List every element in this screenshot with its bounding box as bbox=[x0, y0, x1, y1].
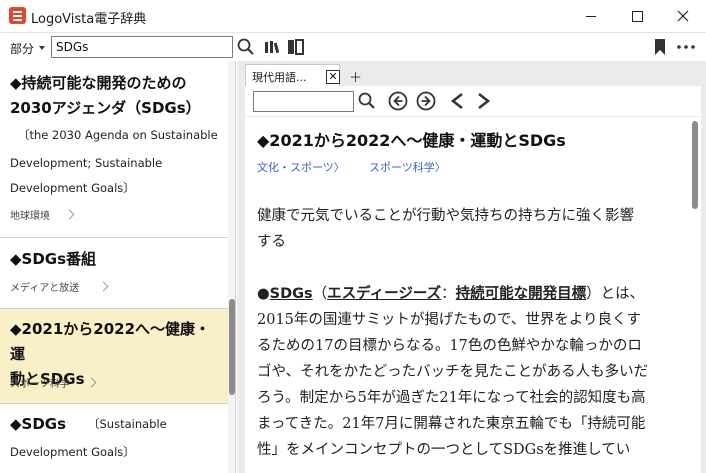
minimize-button[interactable] bbox=[568, 0, 614, 32]
article-body: ◆2021から2022へ～健康・運動とSDGs 文化・スポーツ〉 スポーツ科学〉… bbox=[245, 117, 701, 473]
chevron-right-icon bbox=[64, 209, 75, 220]
keyword-link[interactable]: SDGs bbox=[270, 286, 313, 302]
title-bar: LogoVista電子辞典 bbox=[0, 0, 706, 33]
books-icon[interactable] bbox=[263, 37, 283, 57]
colon: ： bbox=[441, 286, 456, 302]
forward-icon[interactable] bbox=[473, 91, 493, 111]
text-fragment: ）とは、 bbox=[586, 286, 645, 302]
back-icon[interactable] bbox=[448, 91, 468, 111]
result-item[interactable]: ◆SDGs番組 メディアと放送 bbox=[0, 238, 228, 309]
window-title: LogoVista電子辞典 bbox=[31, 12, 147, 27]
next-hit-icon[interactable] bbox=[416, 91, 436, 111]
tab-label: 現代用語... bbox=[252, 71, 307, 84]
article-paragraph: ●SDGs（エスディージーズ：持続可能な開発目標）とは、 2015年の国連サミッ… bbox=[257, 286, 649, 458]
result-english: 〔Sustainable bbox=[88, 417, 167, 431]
result-item[interactable]: ◆SDGs 〔Sustainable Development Goals〕 bbox=[0, 404, 228, 473]
result-category: 地球環境 bbox=[10, 211, 50, 222]
result-english: 〔the 2030 Agenda on Sustainable bbox=[18, 128, 218, 142]
article-title: ◆2021から2022へ～健康・運動とSDGs bbox=[257, 131, 566, 150]
previous-hit-icon[interactable] bbox=[388, 91, 408, 111]
results-list: ◆持続可能な開発のための 2030アジェンダ（SDGs） 〔the 2030 A… bbox=[0, 61, 236, 473]
close-window-button[interactable] bbox=[660, 0, 706, 32]
result-item[interactable]: ◆持続可能な開発のための 2030アジェンダ（SDGs） 〔the 2030 A… bbox=[0, 61, 228, 238]
maximize-button[interactable] bbox=[614, 0, 660, 32]
result-headword: ◆SDGs bbox=[10, 415, 67, 433]
close-tab-icon[interactable]: ✕ bbox=[326, 70, 340, 84]
search-icon[interactable] bbox=[236, 37, 256, 57]
article-scrollbar-thumb[interactable] bbox=[692, 121, 698, 209]
result-headword: ◆持続可能な開発のための 2030アジェンダ（SDGs） bbox=[10, 74, 201, 117]
close-icon bbox=[677, 10, 689, 22]
result-english-continued: Development; Sustainable Development Goa… bbox=[10, 156, 163, 195]
dictionary-app-icon bbox=[9, 7, 26, 24]
chevron-down-icon[interactable] bbox=[39, 46, 45, 50]
tab-gendai-yougo[interactable]: 現代用語... ✕ bbox=[245, 64, 340, 86]
result-category: スポーツ科学 bbox=[10, 379, 70, 390]
results-scrollbar-thumb[interactable] bbox=[229, 299, 235, 395]
search-input[interactable] bbox=[51, 36, 233, 58]
keyword-link[interactable]: エスディージーズ bbox=[327, 286, 441, 302]
search-mode-dropdown[interactable]: 部分 bbox=[10, 40, 34, 57]
chevron-right-icon bbox=[98, 281, 109, 292]
article-lead: 健康で元気でいることが行動や気持ちの持ち方に強く影響 する bbox=[257, 208, 634, 250]
article-toolbar bbox=[245, 86, 701, 116]
search-toolbar: 部分 bbox=[0, 33, 706, 61]
panel-layout-icon[interactable] bbox=[286, 37, 306, 57]
article-pane: 現代用語... ✕ ＋ ◆2021から2022へ～健康・運動とSDGs 文化・ス… bbox=[237, 61, 706, 473]
result-item-selected[interactable]: ◆2021から2022へ～健康・運 動とSDGs スポーツ科学 bbox=[0, 309, 228, 404]
breadcrumb-subcategory[interactable]: スポーツ科学〉 bbox=[369, 159, 446, 175]
result-english-continued: Development Goals〕 bbox=[10, 445, 135, 459]
bullet: ● bbox=[257, 286, 270, 302]
more-icon[interactable] bbox=[676, 37, 696, 57]
find-in-article-input[interactable] bbox=[253, 91, 354, 112]
result-headword: ◆SDGs番組 bbox=[10, 250, 97, 268]
add-tab-button[interactable]: ＋ bbox=[349, 67, 362, 86]
search-icon[interactable] bbox=[357, 91, 377, 111]
bookmark-icon[interactable] bbox=[650, 37, 670, 57]
paren: （ bbox=[312, 286, 328, 302]
result-category: メディアと放送 bbox=[10, 283, 80, 294]
results-scrollbar[interactable] bbox=[228, 61, 235, 473]
keyword-link[interactable]: 持続可能な開発目標 bbox=[456, 286, 587, 302]
breadcrumb-category[interactable]: 文化・スポーツ〉 bbox=[257, 159, 345, 175]
